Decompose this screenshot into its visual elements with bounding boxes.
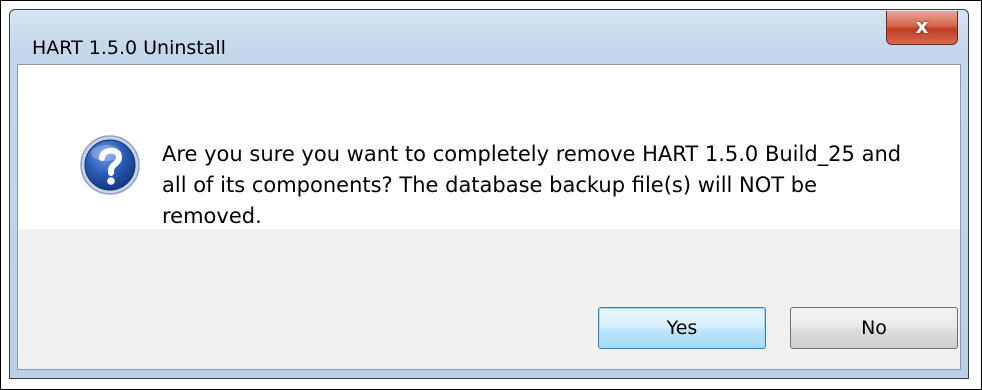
yes-button[interactable]: Yes (598, 307, 766, 349)
uninstall-dialog: HART 1.5.0 Uninstall x Are you sure you … (9, 9, 969, 379)
title-bar[interactable]: HART 1.5.0 Uninstall x (10, 10, 968, 64)
question-icon (80, 135, 140, 195)
close-button[interactable]: x (886, 11, 958, 45)
window-title: HART 1.5.0 Uninstall (32, 37, 226, 59)
dialog-message: Are you sure you want to completely remo… (162, 142, 902, 228)
close-icon: x (915, 14, 929, 38)
screenshot-frame: HART 1.5.0 Uninstall x Are you sure you … (0, 0, 982, 390)
no-button[interactable]: No (790, 307, 958, 349)
button-bar: Yes No (17, 229, 961, 370)
